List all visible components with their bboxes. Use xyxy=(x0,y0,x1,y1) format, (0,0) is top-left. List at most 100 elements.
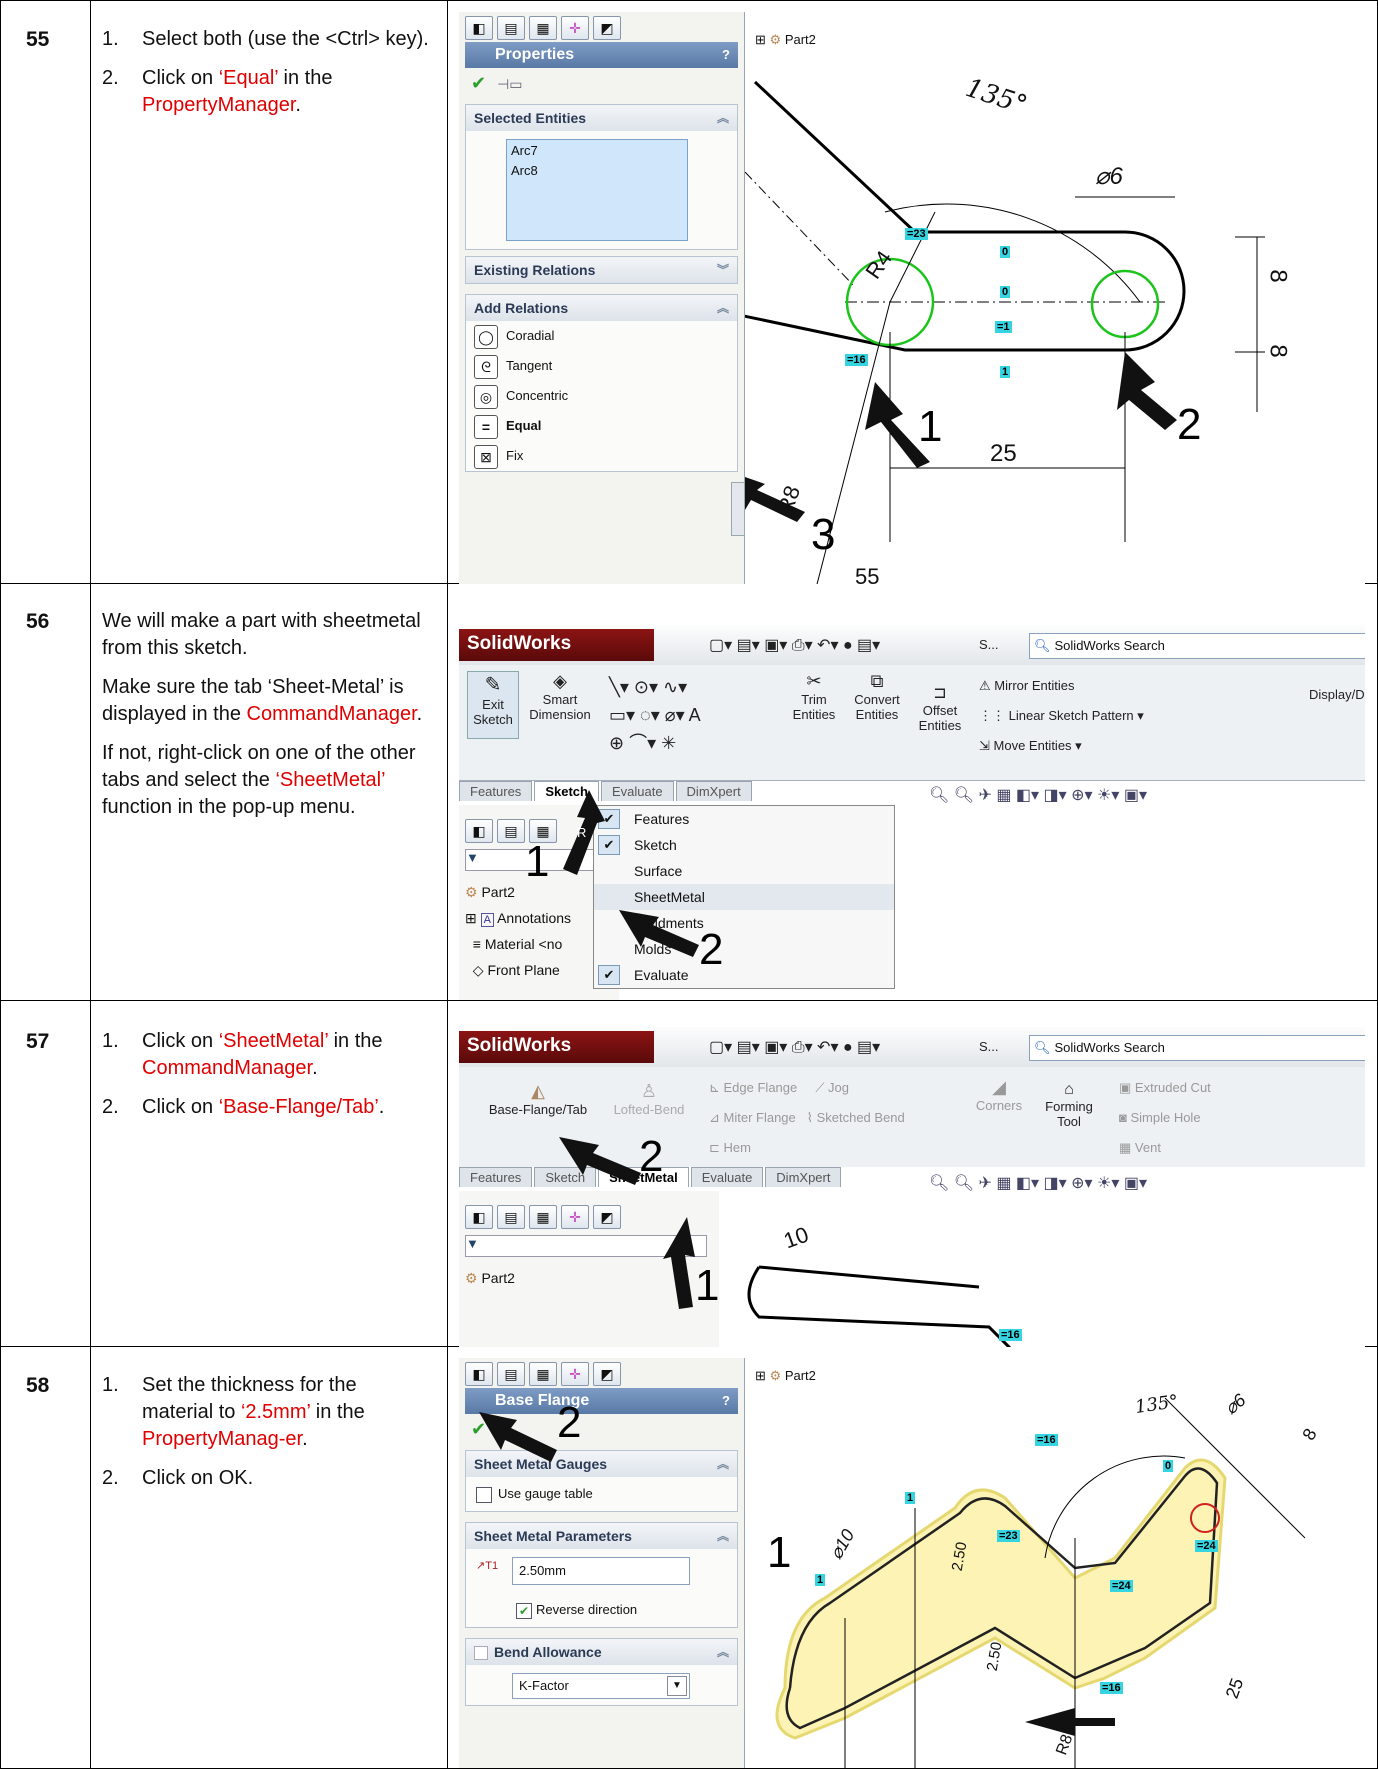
hem-button[interactable]: ⊏ Hem xyxy=(709,1133,905,1163)
tree-item-annotations[interactable]: ⊞ A Annotations xyxy=(465,905,571,931)
property-manager-tab-icon[interactable]: ▤ xyxy=(497,1362,525,1386)
group-header[interactable]: Bend Allowance ︽ xyxy=(466,1639,737,1665)
smart-dimension-button[interactable]: ◈ Smart Dimension xyxy=(525,671,595,722)
relation-badge[interactable]: =23 xyxy=(997,1526,1020,1544)
configuration-tab-icon[interactable]: ▦ xyxy=(529,16,557,40)
trim-entities-button[interactable]: ✂ Trim Entities xyxy=(789,671,839,722)
jog-button[interactable]: ⟋ Jog xyxy=(815,1080,849,1095)
feature-manager-tab-icon[interactable]: ◧ xyxy=(465,16,493,40)
use-gauge-checkbox[interactable]: Use gauge table xyxy=(466,1477,737,1511)
length-dimension[interactable]: 25 xyxy=(990,440,1017,468)
tab-features[interactable]: Features xyxy=(459,781,533,801)
graphics-area[interactable]: ⊞ ⚙ Part2 135° ⌀6 R4 R8 8 8 25 55 =23 0 … xyxy=(745,12,1365,584)
menu-item-surface[interactable]: Surface xyxy=(594,858,894,884)
tab-features[interactable]: Features xyxy=(459,1167,533,1187)
convert-entities-button[interactable]: ⧉ Convert Entities xyxy=(849,671,905,722)
sketch-tools-grid[interactable]: ╲▾ ⊙▾ ∿▾ ▭▾ ◌▾ ⌀▾ A ⊕ ⌒▾ ✳ xyxy=(609,673,701,757)
bend-type-select[interactable]: K-Factor ▼ xyxy=(512,1673,690,1699)
relation-badge[interactable]: =23 xyxy=(905,224,928,242)
search-input[interactable]: 🔍︎ SolidWorks Search xyxy=(1029,1035,1365,1061)
offset-entities-button[interactable]: ⊐ Offset Entities xyxy=(915,683,965,733)
lofted-bend-button[interactable]: ♙ Lofted-Bend xyxy=(609,1081,689,1117)
search-scope[interactable]: S... xyxy=(979,1039,999,1054)
edge-flange-button[interactable]: ⊾ Edge Flange xyxy=(709,1080,797,1095)
relation-badge[interactable]: =24 xyxy=(1110,1576,1133,1594)
group-header[interactable]: Sheet Metal Parameters ︽ xyxy=(466,1523,737,1549)
app-logo[interactable]: SolidWorks xyxy=(459,629,654,661)
extruded-cut-button[interactable]: ▣ Extruded Cut xyxy=(1119,1073,1211,1103)
pushpin-icon[interactable]: ⊣▭ xyxy=(497,76,522,92)
group-header[interactable]: Add Relations ︽ xyxy=(466,295,737,321)
relation-concentric[interactable]: ◎ Concentric xyxy=(466,381,737,411)
collapse-icon[interactable]: ︽ xyxy=(717,1451,729,1477)
tree-item-part[interactable]: ⚙ Part2 xyxy=(465,879,571,905)
height-dimension[interactable]: 8 xyxy=(1264,269,1292,282)
relation-badge[interactable]: =1 xyxy=(995,317,1012,335)
tab-sketch[interactable]: Sketch xyxy=(534,781,599,801)
relation-badge[interactable]: 1 xyxy=(815,1570,826,1588)
list-item[interactable]: Arc7 xyxy=(507,140,687,162)
relation-badge[interactable]: 1 xyxy=(1000,362,1011,380)
search-input[interactable]: 🔍︎ SolidWorks Search xyxy=(1029,633,1365,659)
display-manager-tab-icon[interactable]: ◩ xyxy=(593,1362,621,1386)
exit-sketch-button[interactable]: ✎ Exit Sketch xyxy=(467,671,519,739)
tab-sketch[interactable]: Sketch xyxy=(534,1167,597,1187)
feature-manager-tab-icon[interactable]: ◧ xyxy=(465,1362,493,1386)
view-toolbar-icons[interactable]: 🔍︎ 🔍︎ ✈ ▦ ◧▾ ◨▾ ⊕▾ ☀▾ ▣▾ xyxy=(929,785,1147,805)
expand-icon[interactable]: ︾ xyxy=(717,257,729,283)
property-manager-tab-icon[interactable]: ▤ xyxy=(497,16,525,40)
group-header[interactable]: Selected Entities ︽ xyxy=(466,105,737,131)
configuration-tab-icon[interactable]: ▦ xyxy=(529,1205,557,1229)
tree-item-front-plane[interactable]: ◇ Front Plane xyxy=(465,957,571,983)
linear-pattern-button[interactable]: ⋮⋮ Linear Sketch Pattern ▾ xyxy=(979,701,1144,731)
help-icon[interactable]: ? xyxy=(722,1388,730,1414)
vent-button[interactable]: ▦ Vent xyxy=(1119,1133,1211,1163)
move-entities-button[interactable]: ⇲ Move Entities ▾ xyxy=(979,731,1144,761)
filter-input[interactable]: ▼ xyxy=(465,1235,707,1257)
dimxpert-tab-icon[interactable]: ✛ xyxy=(561,1205,589,1229)
display-relations-button[interactable]: Display/D Relatic xyxy=(1309,687,1365,702)
relation-badge[interactable]: 0 xyxy=(1000,242,1011,260)
collapse-icon[interactable]: ︽ xyxy=(717,295,729,321)
feature-manager-tab-icon[interactable]: ◧ xyxy=(465,819,493,843)
quick-access-icons[interactable]: ▢▾ ▤▾ ▣▾ ⎙▾ ↶▾ ● ▤▾ xyxy=(709,1037,880,1057)
menu-item-molds[interactable]: Molds xyxy=(594,936,894,962)
flange-body[interactable] xyxy=(775,1458,1227,1740)
simple-hole-button[interactable]: ◙ Simple Hole xyxy=(1119,1103,1211,1133)
relation-coradial[interactable]: ◯ Coradial xyxy=(466,321,737,351)
height-dimension[interactable]: 8 xyxy=(1264,344,1292,357)
menu-item-weldments[interactable]: Weldments xyxy=(594,910,894,936)
feature-manager-tab-icon[interactable]: ◧ xyxy=(465,1205,493,1229)
quick-access-icons[interactable]: ▢▾ ▤▾ ▣▾ ⎙▾ ↶▾ ● ▤▾ xyxy=(709,635,880,655)
relation-badge[interactable]: =16 xyxy=(845,350,868,368)
relation-equal[interactable]: = Equal xyxy=(466,411,737,441)
tree-item-part[interactable]: ⚙ Part2 xyxy=(465,1265,515,1291)
view-toolbar-icons[interactable]: 🔍︎ 🔍︎ ✈ ▦ ◧▾ ◨▾ ⊕▾ ☀▾ ▣▾ xyxy=(929,1173,1147,1193)
tab-dimxpert[interactable]: DimXpert xyxy=(675,781,752,801)
miter-flange-button[interactable]: ⊿ Miter Flange xyxy=(709,1110,796,1125)
collapse-icon[interactable]: ︽ xyxy=(717,1523,729,1549)
group-header[interactable]: Existing Relations ︾ xyxy=(466,257,737,283)
relation-badge[interactable]: 0 xyxy=(1163,1456,1174,1474)
tree-item-material[interactable]: ≡ Material <no xyxy=(465,931,571,957)
ok-check-icon[interactable]: ✔ xyxy=(471,73,486,93)
relation-badge[interactable]: =16 xyxy=(999,1325,1022,1343)
relation-badge[interactable]: =16 xyxy=(1100,1678,1123,1696)
collapse-icon[interactable]: ︽ xyxy=(717,105,729,131)
forming-tool-button[interactable]: ⌂ Forming Tool xyxy=(1039,1081,1099,1129)
chevron-down-icon[interactable]: ▼ xyxy=(667,1676,687,1696)
tab-evaluate[interactable]: Evaluate xyxy=(690,1167,764,1187)
diameter-dimension[interactable]: 10 xyxy=(780,1222,812,1255)
cancel-x-icon[interactable]: ✖ xyxy=(495,1419,510,1439)
menu-item-sheetmetal[interactable]: SheetMetal xyxy=(594,884,894,910)
menu-item-features[interactable]: ✔ Features xyxy=(594,806,894,832)
selected-entities-list[interactable]: Arc7 Arc8 xyxy=(506,139,688,241)
relation-badge[interactable]: =24 xyxy=(1195,1536,1218,1554)
graphics-area[interactable]: ⊞ ⚙ Part2 135° ⌀6 ⌀10 8 25 2.50 2.50 R8 … xyxy=(745,1358,1365,1768)
relation-tangent[interactable]: ᘓ Tangent xyxy=(466,351,737,381)
help-icon[interactable]: ? xyxy=(722,42,730,68)
menu-item-evaluate[interactable]: ✔ Evaluate xyxy=(594,962,894,988)
pm-collapse-handle[interactable] xyxy=(731,482,745,536)
dimxpert-tab-icon[interactable]: ✛ xyxy=(561,16,589,40)
arc8-circle[interactable] xyxy=(1090,269,1160,339)
